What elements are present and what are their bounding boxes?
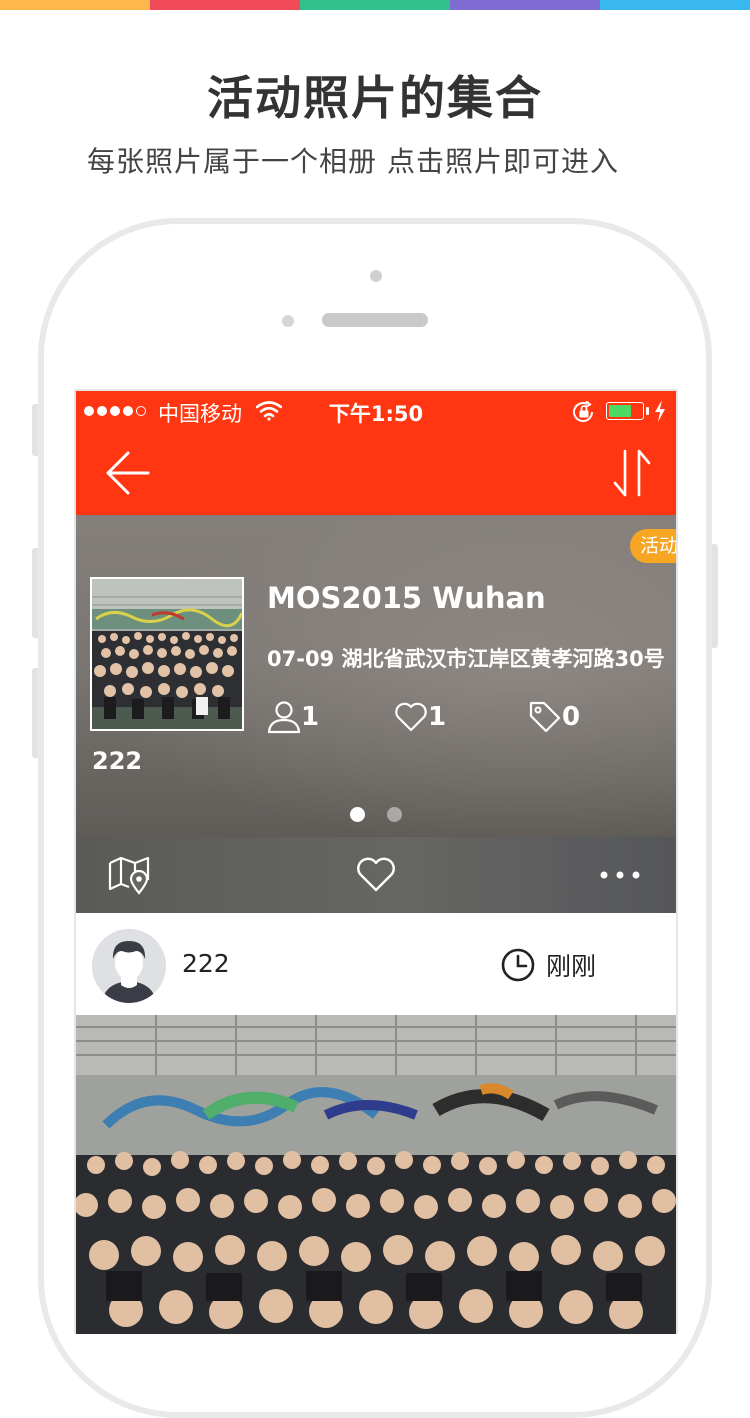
arrow-left-icon bbox=[106, 451, 150, 495]
post-time: 刚刚 bbox=[500, 947, 596, 983]
pager-dot[interactable] bbox=[387, 807, 402, 822]
tags-count: 0 bbox=[562, 702, 581, 732]
battery-icon bbox=[606, 402, 644, 420]
map-pin-icon bbox=[108, 856, 150, 895]
phone-speaker bbox=[322, 313, 428, 327]
promo-title: 活动照片的集合 bbox=[207, 71, 543, 125]
album-title: MOS2015 Wuhan bbox=[267, 581, 546, 615]
color-strip-segment bbox=[150, 0, 300, 10]
person-icon bbox=[267, 701, 301, 734]
like-button[interactable] bbox=[354, 853, 398, 897]
pager-dot[interactable] bbox=[350, 807, 365, 822]
phone-camera bbox=[370, 270, 382, 282]
album-owner-name: 222 bbox=[92, 747, 143, 775]
color-strip-segment bbox=[300, 0, 450, 10]
tags-stat: 0 bbox=[528, 699, 580, 735]
post-photo[interactable] bbox=[76, 1015, 676, 1334]
post-time-label: 刚刚 bbox=[546, 952, 597, 981]
members-stat: 1 bbox=[267, 699, 319, 735]
color-strip-segment bbox=[600, 0, 750, 10]
album-date-location: 07-09 湖北省武汉市江岸区黄孝河路30号 bbox=[267, 647, 665, 671]
sort-button[interactable] bbox=[608, 445, 658, 501]
heart-outline-icon bbox=[395, 702, 427, 732]
likes-count: 1 bbox=[428, 702, 447, 732]
more-dots-icon bbox=[600, 871, 640, 879]
group-photo-thumbnail bbox=[92, 579, 242, 729]
top-color-strip bbox=[0, 0, 750, 10]
battery-tip bbox=[646, 407, 649, 415]
battery-level-fill bbox=[609, 405, 631, 417]
phone-sensor bbox=[282, 315, 294, 327]
user-avatar[interactable] bbox=[92, 929, 166, 1003]
map-button[interactable] bbox=[104, 853, 154, 897]
album-card[interactable]: 活动 MOS2015 Wuhan 07-09 湖北省武汉市江岸区黄孝河路30号 … bbox=[76, 515, 676, 837]
carousel-pager bbox=[76, 807, 676, 822]
members-count: 1 bbox=[301, 702, 320, 732]
charging-bolt-icon bbox=[654, 400, 666, 427]
likes-stat: 1 bbox=[394, 699, 446, 735]
more-button[interactable] bbox=[598, 853, 642, 897]
album-cover-thumbnail[interactable] bbox=[90, 577, 244, 731]
album-type-badge: 活动 bbox=[630, 529, 676, 563]
heart-icon bbox=[357, 857, 395, 892]
app-screen: 中国移动 下午1:50 活动 MOS2015 Wuhan 07-09 湖北省武汉… bbox=[74, 389, 678, 1334]
clock-icon bbox=[501, 948, 535, 982]
sort-arrows-icon bbox=[613, 449, 651, 497]
default-avatar-icon bbox=[92, 929, 166, 1003]
back-button[interactable] bbox=[100, 447, 160, 499]
nav-bar bbox=[76, 433, 676, 515]
rotation-lock-icon bbox=[572, 400, 596, 428]
poster-name[interactable]: 222 bbox=[182, 949, 230, 978]
post-header: 222 刚刚 bbox=[76, 913, 676, 1015]
status-bar: 中国移动 下午1:50 bbox=[76, 391, 676, 433]
album-action-bar bbox=[76, 837, 676, 913]
color-strip-segment bbox=[0, 0, 150, 10]
color-strip-segment bbox=[450, 0, 600, 10]
group-photo bbox=[76, 1015, 676, 1334]
tag-icon bbox=[529, 701, 561, 733]
promo-subtitle: 每张照片属于一个相册 点击照片即可进入 bbox=[87, 145, 619, 178]
